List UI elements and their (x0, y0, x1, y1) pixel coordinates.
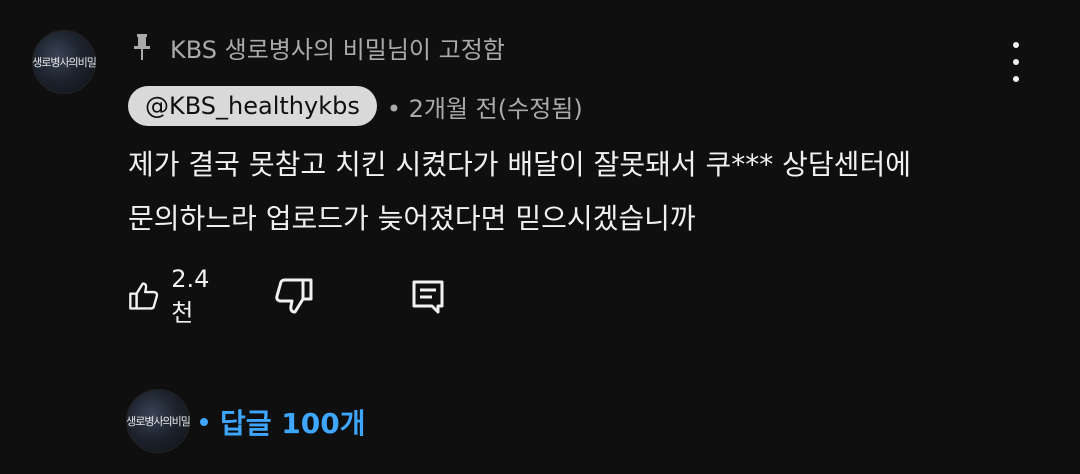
thumb-down-icon (275, 278, 313, 314)
like-count: 2.4천 (171, 264, 210, 327)
comment-reply-icon (412, 280, 444, 314)
comment-timestamp: • 2개월 전(수정됨) (386, 94, 583, 123)
replies-label: 답글 100개 (220, 407, 366, 440)
comment-text: 제가 결국 못참고 치킨 시켰다가 배달이 잘못돼서 쿠*** 상담센터에 문의… (128, 138, 1028, 246)
more-vert-icon[interactable] (1002, 42, 1030, 82)
pinned-indicator: KBS 생로병사의 비밀님이 고정함 (132, 30, 505, 64)
comment-text-line: 문의하느라 업로드가 늦어졌다면 믿으시겠습니까 (128, 202, 696, 235)
avatar-logo-text: 생로병사의비밀 (32, 56, 96, 69)
comment-text-line: 제가 결국 못참고 치킨 시켰다가 배달이 잘못돼서 쿠*** 상담센터에 (128, 148, 911, 181)
bullet-icon (200, 418, 208, 426)
avatar-logo-text: 생로병사의비밀 (126, 415, 190, 428)
reply-avatar: 생로병사의비밀 (126, 389, 190, 453)
dislike-button[interactable] (274, 274, 314, 318)
view-replies-button[interactable]: 답글 100개 (200, 402, 365, 442)
pin-icon (134, 34, 150, 60)
pinned-comment: 생로병사의비밀 KBS 생로병사의 비밀님이 고정함 @KBS_healthyk… (0, 0, 1080, 474)
thumb-up-icon (129, 282, 159, 310)
like-button[interactable]: 2.4천 (128, 265, 218, 327)
author-row: @KBS_healthykbs • 2개월 전(수정됨) (128, 86, 583, 126)
channel-avatar[interactable]: 생로병사의비밀 (32, 30, 96, 94)
pinned-label: KBS 생로병사의 비밀님이 고정함 (170, 35, 505, 64)
author-handle[interactable]: @KBS_healthykbs (128, 86, 377, 126)
reply-button[interactable] (410, 274, 446, 318)
